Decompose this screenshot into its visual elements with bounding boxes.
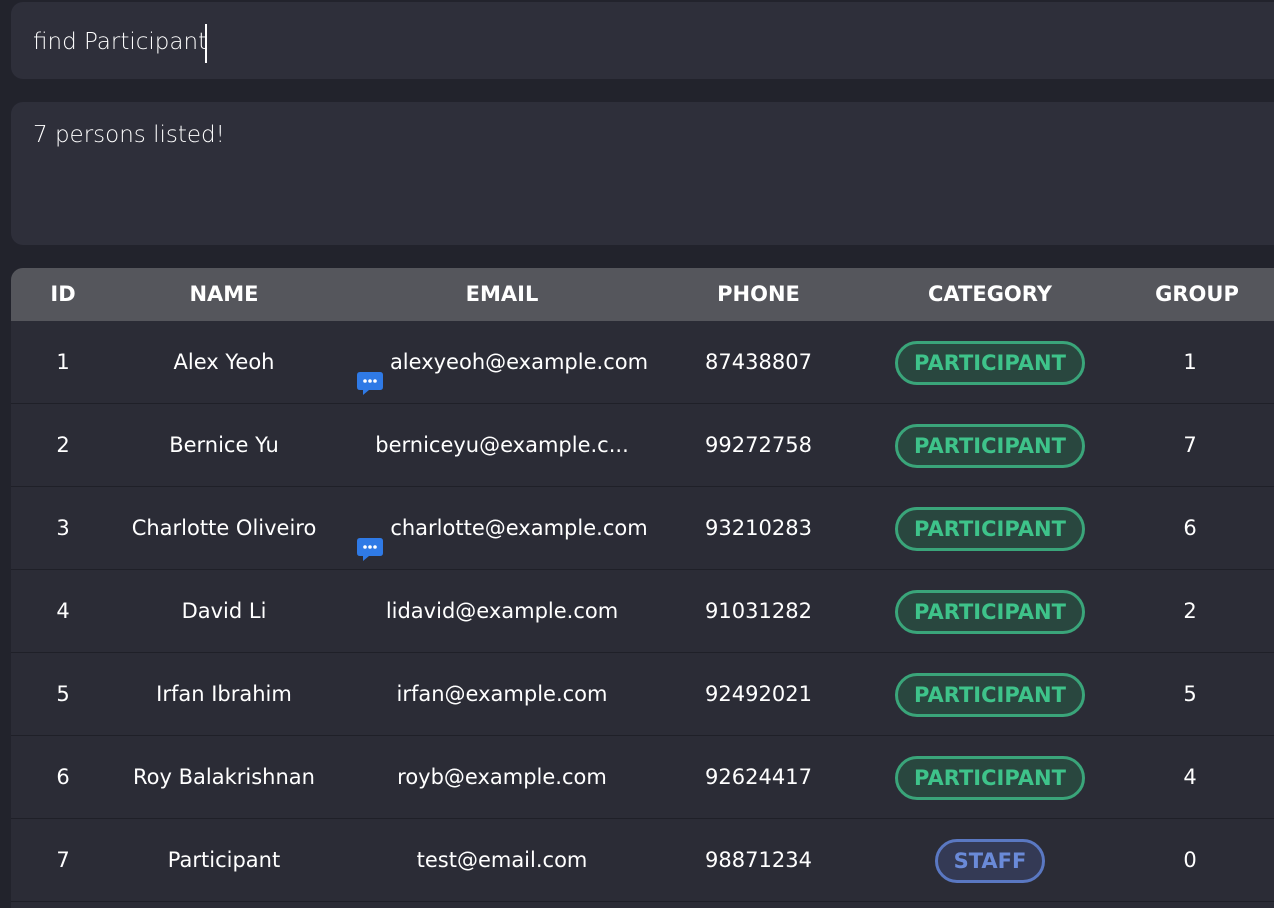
cell-category: PARTICIPANT bbox=[846, 736, 1134, 818]
result-display: 7 persons listed! bbox=[11, 102, 1274, 245]
cell-phone: 93210283 bbox=[705, 516, 812, 540]
cell-id: 5 bbox=[56, 682, 70, 706]
cell-email: irfan@example.com bbox=[333, 653, 671, 735]
email-wrap: royb@example.com bbox=[397, 736, 607, 818]
cell-id: 2 bbox=[56, 433, 70, 457]
table-header: ID NAME EMAIL PHONE CATEGORY GROUP bbox=[11, 268, 1274, 321]
chat-bubble-icon[interactable] bbox=[356, 515, 384, 561]
email-text: test@email.com bbox=[416, 848, 588, 872]
cell-email: charlotte@example.com bbox=[333, 487, 671, 569]
email-text: lidavid@example.com bbox=[385, 599, 619, 623]
table-row[interactable]: 1 Alex Yeoh alexyeoh@example.com 87438807 PA… bbox=[11, 321, 1274, 404]
cell-name: Irfan Ibrahim bbox=[156, 682, 292, 706]
cell-group: 4 bbox=[1183, 765, 1197, 789]
cell-phone: 98871234 bbox=[705, 848, 812, 872]
cell-category: PARTICIPANT bbox=[846, 321, 1134, 403]
cell-category: STAFF bbox=[846, 819, 1134, 901]
cell-name: David Li bbox=[181, 599, 267, 623]
cell-phone: 91031282 bbox=[705, 599, 812, 623]
table-row[interactable]: 2 Bernice Yu berniceyu@example.c... 9927275… bbox=[11, 404, 1274, 487]
header-name[interactable]: NAME bbox=[115, 268, 333, 321]
cell-id: 1 bbox=[56, 350, 70, 374]
category-badge: STAFF bbox=[934, 839, 1046, 883]
cell-id: 4 bbox=[56, 599, 70, 623]
cell-category: PARTICIPANT bbox=[846, 570, 1134, 652]
email-wrap: charlotte@example.com bbox=[356, 487, 648, 569]
cell-group: 2 bbox=[1183, 599, 1197, 623]
email-text: alexyeoh@example.com bbox=[389, 350, 649, 374]
cell-id: 7 bbox=[56, 848, 70, 872]
cell-name: Roy Balakrishnan bbox=[133, 765, 315, 789]
table-row[interactable]: 4 David Li lidavid@example.com 91031282 PART… bbox=[11, 570, 1274, 653]
cell-category: PARTICIPANT bbox=[846, 404, 1134, 486]
table-row[interactable]: 5 Irfan Ibrahim irfan@example.com 92492021 P… bbox=[11, 653, 1274, 736]
email-text: berniceyu@example.c... bbox=[375, 433, 629, 457]
result-message: 7 persons listed! bbox=[33, 122, 225, 148]
chat-bubble-icon[interactable] bbox=[356, 349, 384, 395]
cell-group: 0 bbox=[1183, 848, 1197, 872]
email-wrap: test@email.com bbox=[417, 819, 588, 901]
cell-email: lidavid@example.com bbox=[333, 570, 671, 652]
cell-category: PARTICIPANT bbox=[846, 487, 1134, 569]
cell-group: 5 bbox=[1183, 682, 1197, 706]
table-row[interactable]: 6 Roy Balakrishnan royb@example.com 9262441… bbox=[11, 736, 1274, 819]
email-text: charlotte@example.com bbox=[390, 516, 648, 540]
header-email[interactable]: EMAIL bbox=[333, 268, 671, 321]
command-input[interactable] bbox=[33, 22, 1233, 62]
cell-name: Bernice Yu bbox=[169, 433, 279, 457]
cell-group: 6 bbox=[1183, 516, 1197, 540]
cell-email: alexyeoh@example.com bbox=[333, 321, 671, 403]
category-badge: PARTICIPANT bbox=[895, 341, 1085, 385]
category-badge: PARTICIPANT bbox=[895, 590, 1085, 634]
command-box[interactable] bbox=[11, 2, 1274, 79]
email-text: royb@example.com bbox=[397, 765, 607, 789]
category-badge: PARTICIPANT bbox=[895, 673, 1085, 717]
text-caret bbox=[205, 24, 207, 63]
header-id[interactable]: ID bbox=[11, 268, 115, 321]
person-table: ID NAME EMAIL PHONE CATEGORY GROUP 1 Alex… bbox=[11, 268, 1274, 908]
header-phone[interactable]: PHONE bbox=[671, 268, 846, 321]
cell-name: Alex Yeoh bbox=[173, 350, 275, 374]
cell-group: 7 bbox=[1183, 433, 1197, 457]
email-wrap: lidavid@example.com bbox=[386, 570, 618, 652]
category-badge: PARTICIPANT bbox=[895, 507, 1085, 551]
cell-name: Participant bbox=[167, 848, 281, 872]
cell-group: 1 bbox=[1183, 350, 1197, 374]
header-group[interactable]: GROUP bbox=[1134, 268, 1260, 321]
table-row[interactable]: 3 Charlotte Oliveiro charlotte@example.com… bbox=[11, 487, 1274, 570]
cell-phone: 92492021 bbox=[705, 682, 812, 706]
email-wrap: berniceyu@example.c... bbox=[375, 404, 629, 486]
cell-category: PARTICIPANT bbox=[846, 653, 1134, 735]
cell-phone: 87438807 bbox=[705, 350, 812, 374]
cell-id: 6 bbox=[56, 765, 70, 789]
email-text: irfan@example.com bbox=[396, 682, 608, 706]
email-wrap: alexyeoh@example.com bbox=[356, 321, 648, 403]
cell-email: test@email.com bbox=[333, 819, 671, 901]
cell-email: berniceyu@example.c... bbox=[333, 404, 671, 486]
header-category[interactable]: CATEGORY bbox=[846, 268, 1134, 321]
cell-name: Charlotte Oliveiro bbox=[131, 516, 317, 540]
category-badge: PARTICIPANT bbox=[895, 424, 1085, 468]
email-wrap: irfan@example.com bbox=[397, 653, 608, 735]
cell-phone: 92624417 bbox=[705, 765, 812, 789]
cell-phone: 99272758 bbox=[705, 433, 812, 457]
cell-id: 3 bbox=[56, 516, 70, 540]
category-badge: PARTICIPANT bbox=[895, 756, 1085, 800]
table-row[interactable]: 7 Participant test@email.com 98871234 STAFF 0 bbox=[11, 819, 1274, 902]
cell-email: royb@example.com bbox=[333, 736, 671, 818]
